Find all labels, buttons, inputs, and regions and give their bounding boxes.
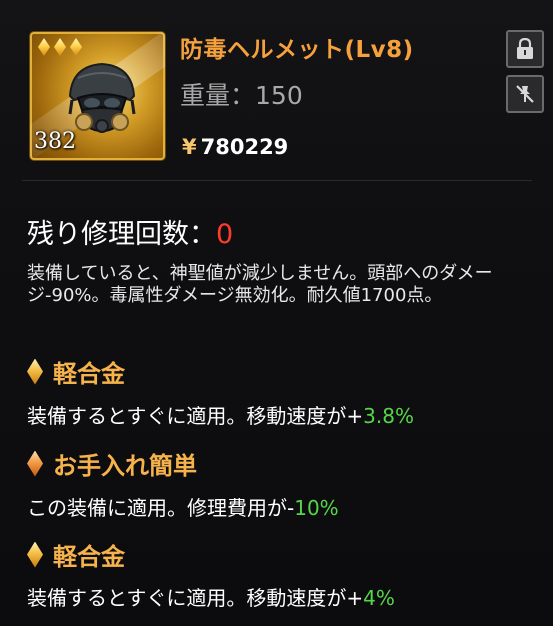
item-name: 防毒ヘルメット(Lv8) (180, 37, 414, 63)
weight-value: 150 (255, 81, 303, 110)
effect-title-text: お手入れ簡単 (53, 452, 197, 480)
rarity-star-icon (38, 38, 50, 56)
gold-diamond-icon (27, 541, 43, 568)
effect-description: 装備するとすぐに適用。移動速度が+4% (27, 582, 395, 611)
lock-button[interactable] (506, 30, 544, 68)
effect-description: 装備するとすぐに適用。移動速度が+3.8% (27, 400, 414, 429)
rarity-star-icon (70, 38, 82, 56)
repair-remaining: 残り修理回数：0 (27, 212, 233, 251)
gold-diamond-icon (27, 358, 43, 385)
item-price: ¥ 780229 (182, 135, 288, 159)
no-pin-icon (516, 85, 534, 103)
repair-label: 残り修理回数： (27, 219, 216, 250)
effect-value: 10% (294, 496, 339, 520)
item-weight: 重量：150 (180, 76, 303, 112)
effect-description: この装備に適用。修理費用が-10% (27, 492, 339, 521)
yen-icon: ¥ (182, 135, 197, 159)
rarity-stars (38, 38, 82, 56)
rarity-star-icon (54, 38, 66, 56)
lock-icon (517, 38, 533, 59)
unpin-button[interactable] (506, 75, 544, 113)
effect-title: 軽合金 (27, 354, 125, 389)
effect-text: 装備するとすぐに適用。移動速度が+ (27, 404, 364, 428)
repair-count: 0 (216, 219, 234, 250)
effect-title-text: 軽合金 (53, 543, 125, 571)
effect-text: 装備するとすぐに適用。移動速度が+ (27, 586, 364, 610)
effect-value: 3.8% (363, 404, 414, 428)
weight-label: 重量： (180, 81, 256, 110)
effect-text: この装備に適用。修理費用が- (27, 496, 295, 520)
effect-title: 軽合金 (27, 537, 125, 572)
item-description: 装備していると、神聖値が減少しません。頭部へのダメージ-90%。毒属性ダメージ無… (27, 263, 493, 306)
header-divider (22, 180, 532, 181)
gas-mask-helmet-icon (68, 62, 136, 133)
effect-value: 4% (363, 586, 395, 610)
item-icon-frame: 382 (30, 32, 165, 160)
effect-title-text: 軽合金 (53, 360, 125, 388)
orange-diamond-icon (27, 450, 43, 477)
effect-title: お手入れ簡単 (27, 446, 197, 481)
price-value: 780229 (200, 135, 289, 159)
item-stack-count: 382 (34, 129, 76, 154)
item-tooltip-panel: 382 防毒ヘルメット(Lv8) 重量：150 ¥ 780229 残り修理回数：… (0, 0, 553, 626)
